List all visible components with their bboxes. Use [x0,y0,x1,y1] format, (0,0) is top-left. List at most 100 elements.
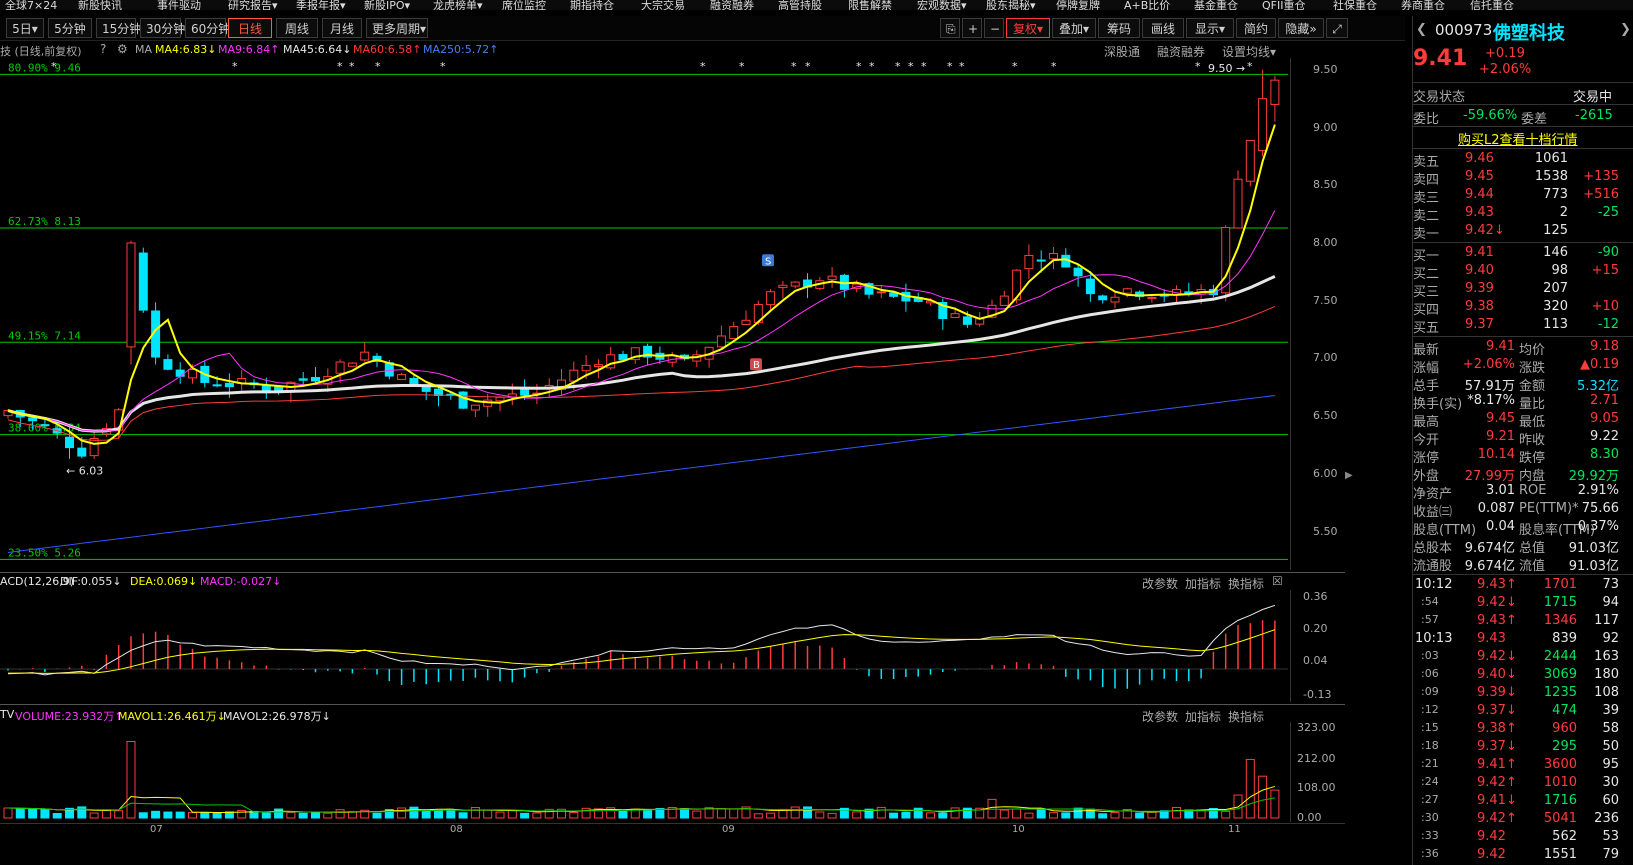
volume-bar [138,812,148,819]
top-nav-item[interactable]: A+B比价 [1124,0,1170,10]
forward-arrow-icon[interactable]: ❯ [1620,22,1631,37]
candle-body [581,364,591,372]
volume-bar [1061,812,1071,819]
top-nav-item[interactable]: 季报年报▾ [296,0,346,10]
gear-icon[interactable]: ⚙ [117,42,128,56]
stat-value: 9.674亿 [1464,541,1515,556]
candle-body [741,319,751,325]
event-marker: * [337,60,343,73]
level-price: 9.40 [1465,263,1494,278]
period-tab[interactable]: 60分钟 [185,18,230,38]
volume-chart[interactable] [0,722,1290,822]
top-nav-item[interactable]: 席位监控 [502,0,546,10]
ask-row[interactable]: 卖三 9.44 773 +516 [1413,187,1623,206]
top-nav-item[interactable]: 限售解禁 [848,0,892,10]
top-nav-item[interactable]: 社保重仓 [1333,0,1377,10]
collapse-panel-handle[interactable]: ▶ [1345,470,1353,490]
stat-value: 0.087 [1477,501,1515,516]
period-tab[interactable]: 周线 [276,18,318,38]
period-tab[interactable]: 30分钟 [140,18,185,38]
ask-book: 卖五 9.46 1061 卖四 9.45 1538 +135 卖三 9.44 773 +516 卖二 9… [1413,151,1633,242]
period-tab[interactable]: 更多周期▾ [366,18,428,38]
period-tab[interactable]: 月线 [322,18,362,38]
toolbar-button[interactable]: 显示▾ [1186,18,1234,38]
ask-row[interactable]: 卖四 9.45 1538 +135 [1413,169,1623,188]
top-nav-item[interactable]: 停牌复牌 [1056,0,1100,10]
period-tab[interactable]: 5分钟 [48,18,92,38]
buy-l2-link[interactable]: 购买L2查看十档行情 [1458,129,1578,148]
macd-dif-line [7,604,1276,676]
candle-body [1110,296,1120,303]
candle-body [790,281,800,287]
stats-row: 涨停 10.14 跌停 8.30 [1413,447,1623,466]
bid-row[interactable]: 买三 9.39 207 [1413,281,1623,300]
volume-bar [1073,807,1083,819]
top-nav-item[interactable]: 期指持仓 [570,0,614,10]
top-nav-item[interactable]: 基金重仓 [1194,0,1238,10]
top-nav-item[interactable]: 宏观数据▾ [917,0,967,10]
tick-price: 9.42 [1477,829,1506,844]
tick-volume: 474 [1552,703,1577,718]
copy-icon[interactable]: ⎘ [940,18,960,38]
bid-row[interactable]: 买五 9.37 113 -12 [1413,317,1623,336]
top-nav-item[interactable]: 高管持股 [778,0,822,10]
tick-count: 53 [1602,829,1619,844]
top-nav-item[interactable]: 研究报告▾ [228,0,278,10]
macd-axis-label: 0.20 [1303,622,1328,635]
top-nav-item[interactable]: 融资融券 [710,0,754,10]
period-tab[interactable]: 5日▾ [6,18,44,38]
price-change: +0.19 [1485,46,1525,61]
tick-count: 236 [1594,811,1619,826]
toolbar-button[interactable]: 筹码 [1098,18,1140,38]
stat-value: 2.91% [1577,483,1619,498]
top-nav-item[interactable]: 龙虎榜单▾ [433,0,483,10]
tick-price: 9.42↑ [1477,811,1517,826]
zoom-in-icon[interactable]: + [962,18,982,38]
bid-row[interactable]: 买四 9.38 320 +10 [1413,299,1623,318]
tick-price: 9.39↓ [1477,685,1517,700]
help-icon[interactable]: ? [100,42,106,56]
event-marker: * [1012,60,1018,73]
toolbar-button[interactable]: 隐藏» [1278,18,1324,38]
stat-value: 9.21 [1486,429,1515,444]
period-tab[interactable]: 15分钟 [96,18,141,38]
toolbar-button[interactable]: 画线 [1142,18,1184,38]
volume-bar [188,812,197,819]
ask-row[interactable]: 卖二 9.43 2 -25 [1413,205,1623,224]
top-nav-item[interactable]: 全球7×24 [5,0,57,10]
top-nav-item[interactable]: 新股快讯 [78,0,122,10]
top-nav-item[interactable]: 信托重仓 [1470,0,1514,10]
ask-row[interactable]: 卖一 9.42↓ 125 [1413,223,1623,242]
stat-value: 2.71 [1590,393,1619,408]
event-marker: * [959,60,965,73]
top-nav-item[interactable]: 券商重仓 [1401,0,1445,10]
macd-chart[interactable] [0,590,1290,702]
tick-volume: 3069 [1543,667,1577,682]
toolbar-button[interactable]: 叠加▾ [1052,18,1096,38]
volume-bar [40,809,50,819]
close-icon[interactable]: ☒ [1272,574,1283,588]
back-arrow-icon[interactable]: ❮ [1416,22,1427,37]
price-axis-label: 9.00 [1313,120,1338,134]
fullscreen-icon[interactable]: ⤢ [1326,18,1348,38]
bid-row[interactable]: 买二 9.40 98 +15 [1413,263,1623,282]
top-nav-item[interactable]: 事件驱动 [157,0,201,10]
stat-label: 金额 [1519,379,1546,394]
ask-row[interactable]: 卖五 9.46 1061 [1413,151,1623,170]
ma9-value: MA9:6.84↑ [218,43,280,56]
level-volume: 207 [1543,281,1568,296]
bid-book: 买一 9.41 146 -90 买二 9.40 98 +15 买三 9.39 207 买四 9.38 32… [1413,245,1633,336]
toolbar-button[interactable]: 复权▾ [1006,18,1050,38]
candlestick-chart[interactable]: 80.90% 9.4662.73% 8.1349.15% 7.1438.00% … [0,58,1345,570]
period-tab[interactable]: 日线 [228,18,272,38]
bid-row[interactable]: 买一 9.41 146 -90 [1413,245,1623,264]
volume-bar [1036,808,1046,819]
candle-body [1245,139,1255,182]
zoom-out-icon[interactable]: − [984,18,1004,38]
top-nav-item[interactable]: 大宗交易 [641,0,685,10]
candle-body [876,291,886,294]
top-nav-item[interactable]: 新股IPO▾ [364,0,410,10]
top-nav-item[interactable]: QFII重仓 [1262,0,1305,10]
toolbar-button[interactable]: 简约 [1236,18,1276,38]
top-nav-item[interactable]: 股东揭秘▾ [986,0,1036,10]
